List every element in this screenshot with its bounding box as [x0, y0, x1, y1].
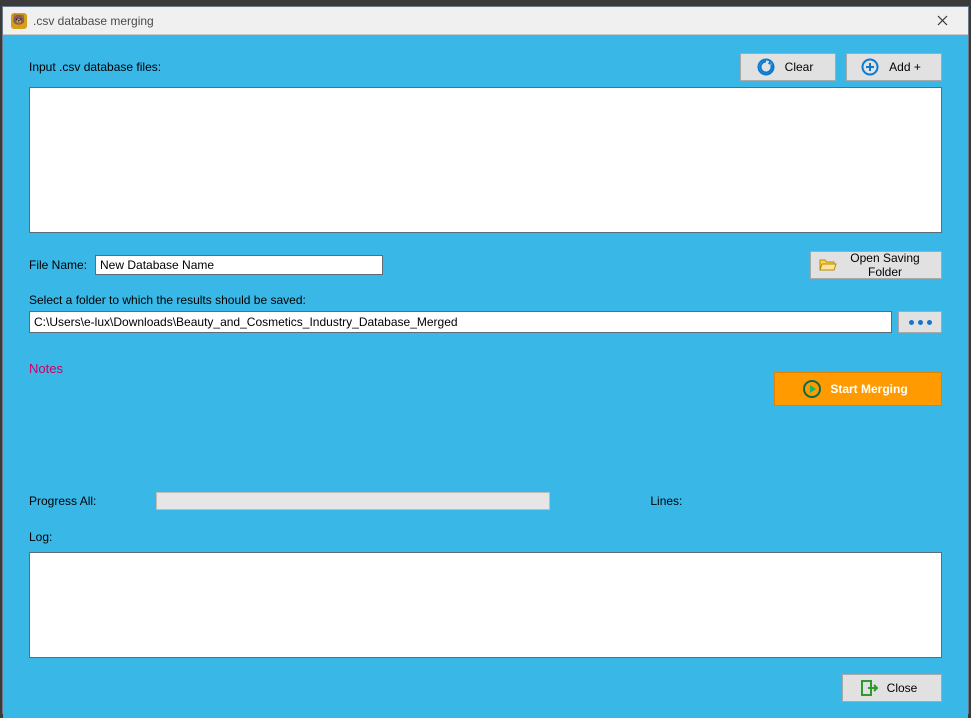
filename-row: File Name: Open Saving Folder: [29, 251, 942, 279]
exit-icon: [861, 680, 879, 696]
start-merging-label: Start Merging: [830, 382, 907, 396]
client-area: Input .csv database files: Clear Add +: [3, 35, 968, 718]
file-name-input[interactable]: [95, 255, 383, 275]
close-icon: [937, 15, 948, 26]
add-button[interactable]: Add +: [846, 53, 942, 81]
select-folder-label: Select a folder to which the results sho…: [29, 293, 942, 307]
folder-path-input[interactable]: [29, 311, 892, 333]
folder-open-icon: [819, 257, 837, 273]
input-files-label: Input .csv database files:: [29, 60, 161, 74]
progress-bar: [156, 492, 550, 510]
folder-row: [29, 311, 942, 333]
open-saving-folder-label: Open Saving Folder: [843, 251, 927, 279]
close-button[interactable]: Close: [842, 674, 942, 702]
start-row: Start Merging: [29, 372, 942, 406]
close-row: Close: [29, 674, 942, 702]
plus-circle-icon: [861, 58, 879, 76]
undo-icon: [757, 58, 775, 76]
window-title: .csv database merging: [33, 14, 922, 28]
browse-folder-button[interactable]: [898, 311, 942, 333]
add-button-label: Add +: [889, 60, 921, 74]
clear-button[interactable]: Clear: [740, 53, 836, 81]
titlebar: 🐻 .csv database merging: [3, 7, 968, 35]
play-circle-icon: [802, 379, 822, 399]
clear-button-label: Clear: [785, 60, 814, 74]
log-box[interactable]: [29, 552, 942, 658]
progress-row: Progress All: Lines:: [29, 492, 942, 510]
log-label: Log:: [29, 530, 942, 544]
top-row: Input .csv database files: Clear Add +: [29, 53, 942, 81]
window-close-button[interactable]: [922, 7, 962, 35]
app-icon: 🐻: [11, 13, 27, 29]
file-name-label: File Name:: [29, 258, 87, 272]
start-merging-button[interactable]: Start Merging: [774, 372, 942, 406]
close-button-label: Close: [887, 681, 918, 695]
input-files-list[interactable]: [29, 87, 942, 233]
progress-all-label: Progress All:: [29, 494, 96, 508]
dialog-window: 🐻 .csv database merging Input .csv datab…: [2, 6, 969, 714]
open-saving-folder-button[interactable]: Open Saving Folder: [810, 251, 942, 279]
ellipsis-icon: [909, 320, 932, 325]
lines-label: Lines:: [650, 494, 682, 508]
